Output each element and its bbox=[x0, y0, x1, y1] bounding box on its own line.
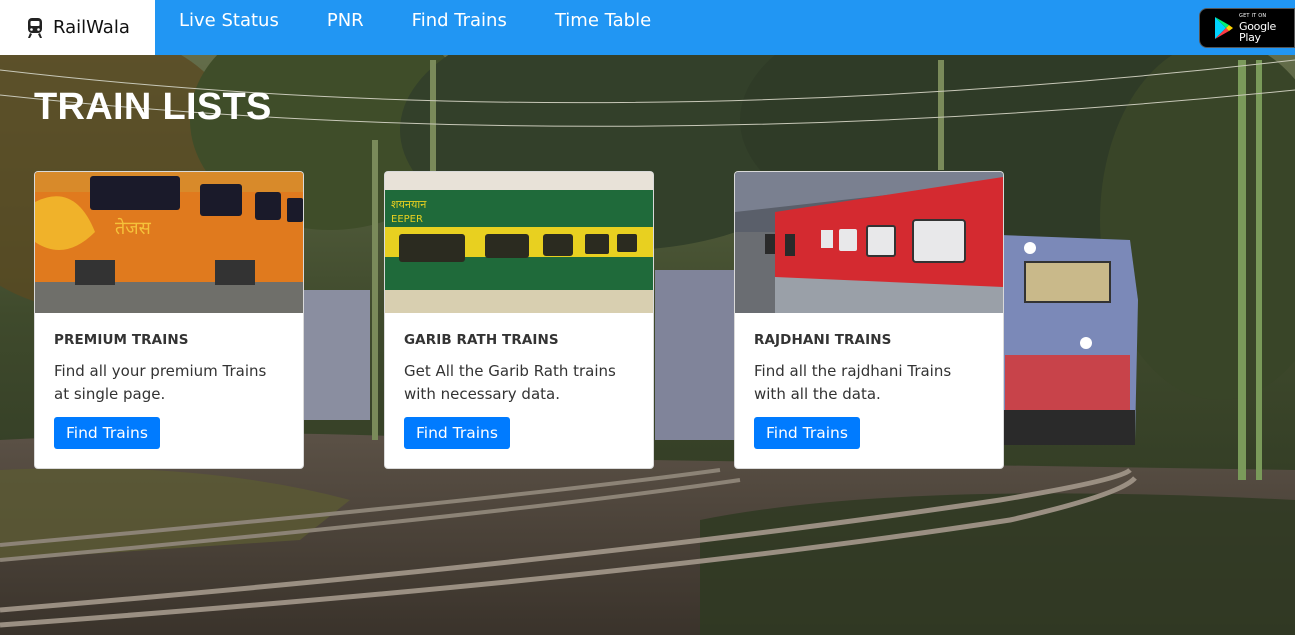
play-big-text: Google Play bbox=[1239, 19, 1276, 44]
card-body: PREMIUM TRAINS Find all your premium Tra… bbox=[35, 313, 303, 468]
play-small-text: GET IT ON bbox=[1239, 12, 1267, 19]
card-premium-trains: तेजस PREMIUM TRAINS Find all your premiu… bbox=[34, 171, 304, 469]
find-trains-button[interactable]: Find Trains bbox=[404, 417, 510, 449]
card-body: GARIB RATH TRAINS Get All the Garib Rath… bbox=[385, 313, 653, 468]
card-text: Get All the Garib Rath trains with neces… bbox=[404, 362, 616, 403]
premium-train-image: तेजस bbox=[35, 172, 303, 313]
card-title: RAJDHANI TRAINS bbox=[754, 332, 892, 348]
nav-links: Live Status PNR Find Trains Time Table bbox=[155, 0, 675, 55]
rajdhani-train-image bbox=[735, 172, 1003, 313]
nav-find-trains[interactable]: Find Trains bbox=[388, 0, 531, 55]
card-rajdhani-trains: RAJDHANI TRAINS Find all the rajdhani Tr… bbox=[734, 171, 1004, 469]
find-trains-button[interactable]: Find Trains bbox=[54, 417, 160, 449]
card-text: Find all the rajdhani Trains with all th… bbox=[754, 362, 952, 403]
card-body: RAJDHANI TRAINS Find all the rajdhani Tr… bbox=[735, 313, 1003, 468]
page-title: TRAIN LISTS bbox=[34, 86, 272, 128]
nav-time-table[interactable]: Time Table bbox=[531, 0, 675, 55]
find-trains-button[interactable]: Find Trains bbox=[754, 417, 860, 449]
card-garib-rath-trains: शयनयान EEPER GARIB RATH TRAINS Get All t… bbox=[384, 171, 654, 469]
google-play-badge[interactable]: GET IT ON Google Play bbox=[1199, 8, 1295, 48]
google-play-icon bbox=[1214, 16, 1234, 40]
card-title: GARIB RATH TRAINS bbox=[404, 332, 559, 348]
brand-link[interactable]: RailWala bbox=[0, 0, 155, 55]
svg-text:EEPER: EEPER bbox=[391, 214, 423, 225]
card-text: Find all your premium Trains at single p… bbox=[54, 362, 267, 403]
svg-text:शयनयान: शयनयान bbox=[391, 198, 427, 211]
card-title: PREMIUM TRAINS bbox=[54, 332, 189, 348]
nav-live-status[interactable]: Live Status bbox=[155, 0, 303, 55]
brand-name: RailWala bbox=[53, 17, 130, 38]
google-play-text: GET IT ON Google Play bbox=[1239, 12, 1294, 44]
svg-text:तेजस: तेजस bbox=[115, 217, 152, 239]
top-navbar: RailWala Live Status PNR Find Trains Tim… bbox=[0, 0, 1295, 55]
nav-pnr[interactable]: PNR bbox=[303, 0, 388, 55]
train-icon bbox=[27, 17, 43, 39]
garib-rath-train-image: शयनयान EEPER bbox=[385, 172, 653, 313]
